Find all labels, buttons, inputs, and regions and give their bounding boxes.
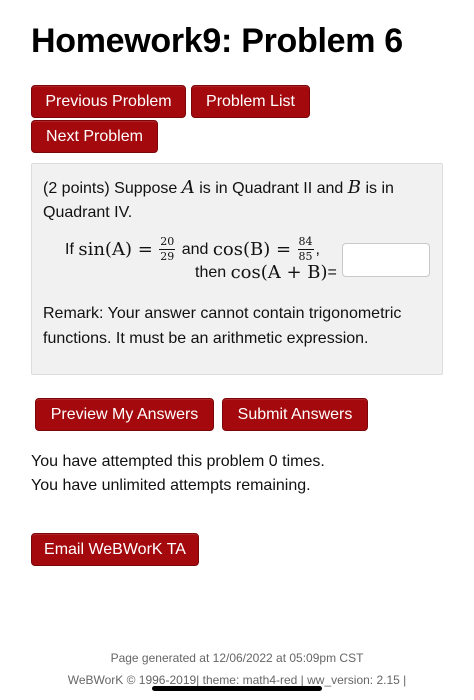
answer-input[interactable]	[342, 243, 430, 277]
submit-answers-button[interactable]: Submit Answers	[222, 398, 368, 431]
and-label: and	[181, 240, 209, 258]
home-indicator[interactable]	[152, 686, 322, 691]
email-ta-button[interactable]: Email WeBWorK TA	[31, 533, 199, 566]
target-expression: cos(A + B)	[230, 262, 328, 283]
equation-line-2: then cos(A + B) =	[195, 262, 337, 283]
var-b: B	[347, 177, 361, 198]
footer-generated: Page generated at 12/06/2022 at 05:09pm …	[110, 651, 364, 665]
page-title: Homework9: Problem 6	[31, 22, 403, 60]
remaining-text: You have unlimited attempts remaining.	[31, 477, 311, 494]
problem-statement: (2 points) Suppose A is in Quadrant II a…	[43, 176, 428, 225]
attempts-status: You have attempted this problem 0 times.…	[31, 450, 325, 498]
previous-problem-button[interactable]: Previous Problem	[31, 85, 186, 118]
footer-copyright: WeBWorK © 1996-2019| theme: math4-red | …	[67, 673, 407, 687]
sin-a-lhs: sin(A) =	[78, 239, 153, 260]
preview-answers-button[interactable]: Preview My Answers	[35, 398, 214, 431]
remark-text: Remark: Your answer cannot contain trigo…	[43, 305, 402, 347]
attempted-text: You have attempted this problem 0 times.	[31, 453, 325, 470]
cos-b-fraction: 84 85	[297, 235, 314, 263]
next-problem-button[interactable]: Next Problem	[31, 120, 158, 153]
var-a: A	[181, 177, 195, 198]
cos-b-numerator: 84	[297, 235, 314, 250]
problem-panel: (2 points) Suppose A is in Quadrant II a…	[31, 163, 443, 375]
if-label: If	[65, 240, 74, 258]
sin-a-fraction: 20 29	[159, 235, 176, 263]
sin-a-denominator: 29	[160, 250, 175, 263]
equals-sign: =	[327, 263, 337, 281]
sin-a-numerator: 20	[159, 235, 176, 250]
statement-mid1: is in Quadrant II and	[199, 180, 344, 197]
points-text: (2 points) Suppose	[43, 180, 178, 197]
cos-b-lhs: cos(B) =	[212, 239, 292, 260]
then-label: then	[195, 263, 227, 281]
problem-list-button[interactable]: Problem List	[191, 85, 310, 118]
comma: ,	[315, 240, 320, 258]
equation-line-1: If sin(A) = 20 29 and cos(B) = 84 85 ,	[65, 236, 320, 263]
